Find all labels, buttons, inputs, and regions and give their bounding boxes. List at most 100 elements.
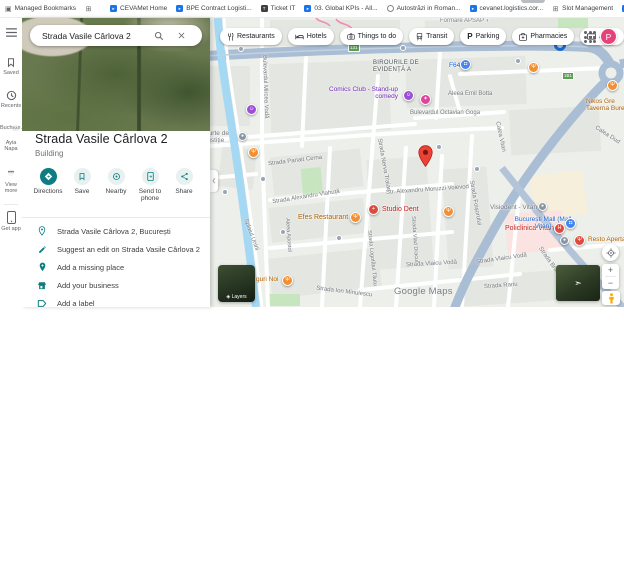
share-button[interactable]: Share bbox=[167, 168, 201, 214]
entertainment-poi-icon[interactable]: ✦ bbox=[420, 94, 431, 105]
restaurant-poi-icon[interactable]: Ψ bbox=[282, 275, 293, 286]
restaurant-poi-icon[interactable]: Ψ bbox=[607, 80, 618, 91]
google-apps-button[interactable] bbox=[584, 31, 596, 43]
save-button[interactable]: Save bbox=[65, 168, 99, 214]
resto-poi-icon[interactable]: Ψ bbox=[574, 235, 585, 246]
studio-dent-poi-icon[interactable]: + bbox=[368, 204, 379, 215]
bookmark-item[interactable]: TTicket IT bbox=[261, 5, 296, 12]
bookmark-item[interactable]: ▸BPE Contract Logisti... bbox=[176, 5, 251, 12]
visiodent-poi-icon[interactable]: ● bbox=[538, 202, 547, 211]
recent-shortcut-bucharest[interactable]: 22 Buchare... bbox=[0, 125, 22, 131]
grid-favicon: ⊞ bbox=[552, 5, 559, 12]
restaurant-poi-icon[interactable]: Ψ bbox=[528, 62, 539, 73]
civic-poi-icon[interactable]: ● bbox=[238, 132, 247, 141]
add-missing-place-row[interactable]: Add a missing place bbox=[22, 258, 210, 276]
account-avatar[interactable]: P bbox=[600, 28, 617, 45]
transit-stop-icon bbox=[436, 144, 442, 150]
chip-restaurants[interactable]: Restaurants bbox=[220, 28, 282, 45]
train-icon bbox=[416, 33, 423, 41]
bookmark-item[interactable]: ▸03. Global KPIs - All... bbox=[304, 5, 377, 12]
add-label-row[interactable]: Add a label bbox=[22, 294, 210, 307]
map-label: F64 bbox=[449, 62, 460, 69]
folder-icon: ▣ bbox=[5, 5, 12, 13]
bookmark-item[interactable]: ▸cevanet.logistics.cor... bbox=[470, 5, 544, 12]
my-location-button[interactable] bbox=[602, 244, 619, 261]
pegman-button[interactable] bbox=[602, 291, 620, 305]
chip-transit[interactable]: Transit bbox=[409, 28, 454, 45]
street-view-thumbnail[interactable]: ➣ bbox=[556, 265, 600, 301]
add-business-row[interactable]: Add your business bbox=[22, 276, 210, 294]
hamburger-icon bbox=[6, 28, 17, 37]
road-shield: 131 bbox=[348, 44, 360, 52]
collapse-panel-button[interactable]: ❮ bbox=[210, 170, 218, 192]
destination-marker[interactable] bbox=[418, 145, 433, 167]
restaurant-poi-icon[interactable]: Ψ bbox=[248, 147, 259, 158]
recent-shortcut-ayia-napa[interactable]: Ayia Napa bbox=[0, 140, 22, 152]
transit-stop-icon bbox=[400, 45, 406, 51]
directions-icon bbox=[44, 172, 53, 181]
get-app-button[interactable]: Get app bbox=[0, 211, 22, 232]
pegman-icon bbox=[608, 293, 615, 304]
comedy-club-poi-icon[interactable]: ☺ bbox=[403, 90, 414, 101]
category-chips: Restaurants Hotels Things to do Transit … bbox=[220, 28, 624, 45]
search-icon[interactable] bbox=[148, 31, 170, 41]
restaurant-poi-icon[interactable]: Ψ bbox=[443, 206, 454, 217]
map-label: Bulevardul Octavian Goga bbox=[410, 110, 480, 116]
view-more-button[interactable]: ••• View more bbox=[0, 161, 22, 194]
bookmark-item[interactable]: ▸CEVAMet Home bbox=[110, 5, 167, 12]
google-maps-watermark: Google Maps bbox=[394, 286, 453, 297]
map-label: guri Noi bbox=[256, 276, 278, 283]
map-label: Formare APSAP ◗ bbox=[440, 18, 489, 24]
search-box[interactable] bbox=[30, 25, 202, 46]
transit-stop-icon bbox=[238, 46, 244, 52]
bookmark-icon bbox=[78, 172, 86, 181]
search-input[interactable] bbox=[30, 31, 148, 41]
sidebar-item-recents[interactable]: Recents bbox=[0, 90, 22, 109]
chip-parking[interactable]: P Parking bbox=[460, 28, 506, 45]
f64-store-poi-icon[interactable]: ◘ bbox=[460, 59, 471, 70]
map-canvas[interactable]: Formare APSAP ◗ BIROURILE DE EVIDENȚĂ A … bbox=[210, 18, 624, 307]
map-label: BIROURILE DE EVIDENȚĂ A bbox=[373, 60, 433, 74]
zoom-in-button[interactable]: + bbox=[602, 264, 619, 276]
chip-pharmacies[interactable]: Pharmacies bbox=[512, 28, 574, 45]
hospital-poi-icon[interactable]: H bbox=[554, 223, 565, 234]
generic-poi-icon[interactable]: ● bbox=[560, 236, 569, 245]
efes-restaurant-poi-icon[interactable]: Ψ bbox=[350, 212, 361, 223]
road-shield: 1B1 bbox=[562, 72, 574, 80]
bed-icon bbox=[295, 33, 304, 41]
send-to-phone-button[interactable]: Send to phone bbox=[133, 168, 167, 214]
sidebar-item-saved[interactable]: Saved bbox=[0, 57, 22, 76]
parking-icon: P bbox=[467, 32, 472, 41]
managed-bookmarks[interactable]: ▣ Managed Bookmarks bbox=[5, 5, 76, 13]
share-icon bbox=[180, 172, 189, 181]
transit-stop-icon bbox=[515, 58, 521, 64]
maps-side-rail: Saved Recents 22 Buchare... Ayia Napa ••… bbox=[0, 18, 22, 307]
browser-toolbar-sliver bbox=[521, 0, 545, 3]
directions-button[interactable]: Directions bbox=[31, 168, 65, 214]
suggest-edit-row[interactable]: Suggest an edit on Strada Vasile Cârlova… bbox=[22, 240, 210, 258]
favicon: ▸ bbox=[470, 5, 477, 12]
clock-icon bbox=[6, 90, 17, 101]
comedy-poi-icon[interactable]: ☺ bbox=[246, 104, 257, 115]
layers-icon: ◈ bbox=[226, 294, 230, 300]
layers-control[interactable]: ◈ Layers bbox=[218, 265, 255, 302]
bookmark-item[interactable]: ⊞Slot Management bbox=[552, 5, 613, 12]
map-label: Comics Club - Stand-up comedy bbox=[326, 86, 398, 100]
favicon: ▸ bbox=[176, 5, 183, 12]
clear-search-icon[interactable] bbox=[170, 31, 192, 40]
nearby-icon bbox=[112, 172, 121, 181]
menu-button[interactable] bbox=[0, 28, 22, 37]
mall-poi-icon[interactable]: ◘ bbox=[565, 218, 576, 229]
pegman-arrow-icon: ➣ bbox=[574, 278, 582, 289]
place-actions: Directions Save Nearby Send to phone Sha… bbox=[22, 168, 210, 214]
chip-hotels[interactable]: Hotels bbox=[288, 28, 334, 45]
address-row[interactable]: Strada Vasile Cârlova 2, București bbox=[22, 222, 210, 240]
nearby-button[interactable]: Nearby bbox=[99, 168, 133, 214]
storefront-icon bbox=[37, 281, 47, 290]
zoom-out-button[interactable]: − bbox=[602, 277, 619, 289]
chip-things-to-do[interactable]: Things to do bbox=[340, 28, 404, 45]
camera-icon bbox=[347, 33, 355, 40]
bookmark-item[interactable]: Autostrăzi in Roman... bbox=[387, 5, 461, 12]
apps-shortcut-icon[interactable]: ⊞ bbox=[85, 5, 92, 12]
apsap-icon: ◗ bbox=[486, 18, 490, 24]
